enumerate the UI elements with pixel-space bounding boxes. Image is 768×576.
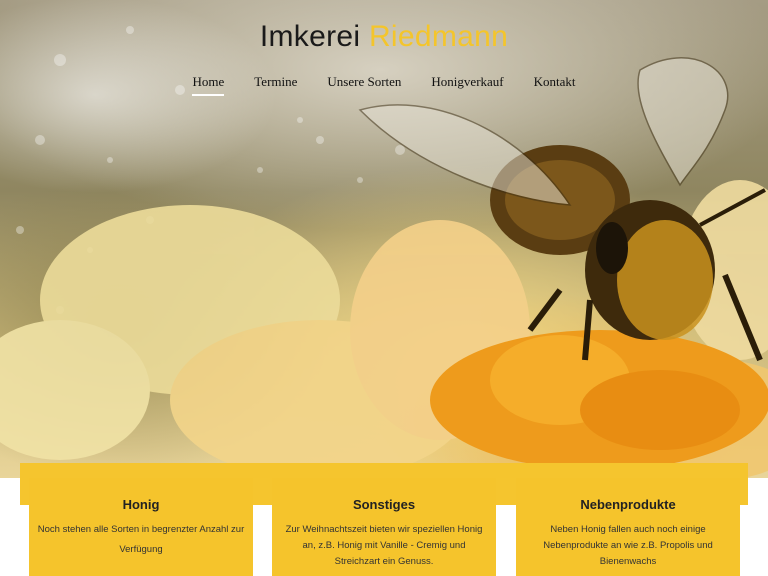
nav-item-termine[interactable]: Termine (254, 74, 297, 96)
card-title: Nebenprodukte (580, 497, 676, 512)
card-sonstiges: Sonstiges Zur Weihnachtszeit bieten wir … (272, 478, 496, 576)
main-navigation: Home Termine Unsere Sorten Honigverkauf … (0, 74, 768, 96)
card-text: Noch stehen alle Sorten in begrenzter An… (37, 524, 245, 555)
card-nebenprodukte: Nebenprodukte Neben Honig fallen auch no… (516, 478, 740, 576)
site-title[interactable]: Imkerei Riedmann (0, 20, 768, 54)
nav-item-honigverkauf[interactable]: Honigverkauf (431, 74, 503, 96)
nav-item-unsere-sorten[interactable]: Unsere Sorten (327, 74, 401, 96)
card-text: Neben Honig fallen auch noch einige Nebe… (543, 524, 713, 567)
card-title: Honig (122, 497, 160, 512)
site-title-main: Imkerei (259, 20, 361, 53)
card-title: Sonstiges (352, 497, 416, 512)
card-honig: Honig Noch stehen alle Sorten in begrenz… (29, 478, 253, 576)
hero-image: Imkerei Riedmann Home Termine Unsere Sor… (0, 0, 768, 478)
bee-illustration (0, 26, 768, 478)
feature-cards: Honig Noch stehen alle Sorten in begrenz… (0, 478, 768, 576)
nav-item-kontakt[interactable]: Kontakt (534, 74, 576, 96)
site-title-accent: Riedmann (368, 20, 509, 53)
card-text: Zur Weihnachtszeit bieten wir speziellen… (285, 524, 483, 567)
nav-item-home[interactable]: Home (192, 74, 224, 96)
